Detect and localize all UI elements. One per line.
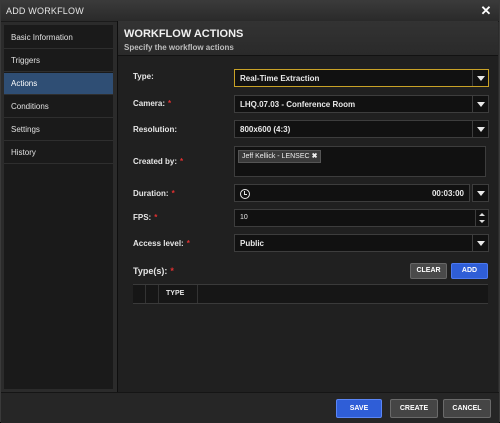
resolution-value: 800x600 (4:3) — [240, 125, 291, 134]
camera-select[interactable]: LHQ.07.03 - Conference Room — [234, 95, 489, 113]
sidebar-item-actions[interactable]: Actions — [4, 73, 113, 95]
sidebar-item-triggers[interactable]: Triggers — [4, 50, 113, 72]
type-select[interactable]: Real-Time Extraction — [234, 69, 489, 87]
type-dropdown-button[interactable] — [472, 70, 488, 86]
camera-dropdown-button[interactable] — [472, 96, 488, 112]
type-value: Real-Time Extraction — [240, 74, 320, 83]
column-header-type: TYPE — [166, 290, 185, 297]
types-table: TYPE — [133, 284, 488, 304]
clear-button[interactable]: CLEAR — [410, 263, 447, 279]
fps-input[interactable]: 10 — [234, 209, 489, 227]
chevron-down-icon — [477, 127, 485, 132]
created-by-field[interactable]: Jeff Kellick - LENSEC ✖ — [234, 146, 486, 177]
remove-tag-icon[interactable]: ✖ — [312, 151, 318, 162]
camera-value: LHQ.07.03 - Conference Room — [240, 100, 356, 109]
camera-label: Camera: * — [133, 99, 172, 108]
fps-label: FPS: * — [133, 213, 158, 222]
created-by-tag: Jeff Kellick - LENSEC ✖ — [238, 150, 322, 163]
section-title: WORKFLOW ACTIONS — [124, 28, 244, 40]
resolution-label: Resolution: — [133, 125, 177, 134]
resolution-select[interactable]: 800x600 (4:3) — [234, 120, 489, 138]
sidebar-item-history[interactable]: History — [4, 142, 113, 164]
resolution-dropdown-button[interactable] — [472, 121, 488, 137]
table-column-action — [146, 285, 159, 303]
sidebar-item-conditions[interactable]: Conditions — [4, 96, 113, 118]
duration-field[interactable]: 00:03:00 — [234, 184, 470, 202]
clock-icon — [240, 189, 250, 199]
decrement-icon[interactable] — [479, 220, 485, 223]
fps-stepper[interactable] — [475, 210, 488, 226]
increment-icon[interactable] — [479, 213, 485, 216]
window-title: ADD WORKFLOW — [6, 6, 84, 16]
access-level-value: Public — [240, 239, 265, 248]
table-column-select[interactable] — [133, 285, 146, 303]
type-label: Type: — [133, 72, 154, 81]
add-type-button[interactable]: ADD — [451, 263, 488, 279]
created-by-label: Created by: * — [133, 157, 184, 166]
fps-value: 10 — [240, 214, 248, 221]
chevron-down-icon — [477, 191, 485, 196]
sidebar-item-settings[interactable]: Settings — [4, 119, 113, 141]
duration-label: Duration: * — [133, 189, 175, 198]
footer: SAVE CREATE CANCEL — [1, 392, 499, 423]
title-bar: ADD WORKFLOW ✕ — [1, 1, 499, 22]
section-subtitle: Specify the workflow actions — [124, 43, 234, 52]
section-header: WORKFLOW ACTIONS Specify the workflow ac… — [118, 21, 498, 56]
chevron-down-icon — [477, 241, 485, 246]
chevron-down-icon — [477, 76, 485, 81]
sidebar: Basic Information Triggers Actions Condi… — [4, 25, 113, 389]
sidebar-item-basic-information[interactable]: Basic Information — [4, 27, 113, 49]
access-level-dropdown-button[interactable] — [472, 235, 488, 251]
chevron-down-icon — [477, 102, 485, 107]
types-label: Type(s): * — [133, 266, 174, 276]
access-level-label: Access level: * — [133, 239, 190, 248]
save-button[interactable]: SAVE — [336, 399, 382, 418]
add-workflow-dialog: ADD WORKFLOW ✕ Basic Information Trigger… — [0, 0, 500, 423]
access-level-select[interactable]: Public — [234, 234, 489, 252]
duration-value: 00:03:00 — [431, 189, 464, 198]
create-button[interactable]: CREATE — [390, 399, 438, 418]
duration-dropdown-button[interactable] — [472, 184, 489, 202]
cancel-button[interactable]: CANCEL — [443, 399, 491, 418]
close-icon[interactable]: ✕ — [479, 4, 493, 18]
